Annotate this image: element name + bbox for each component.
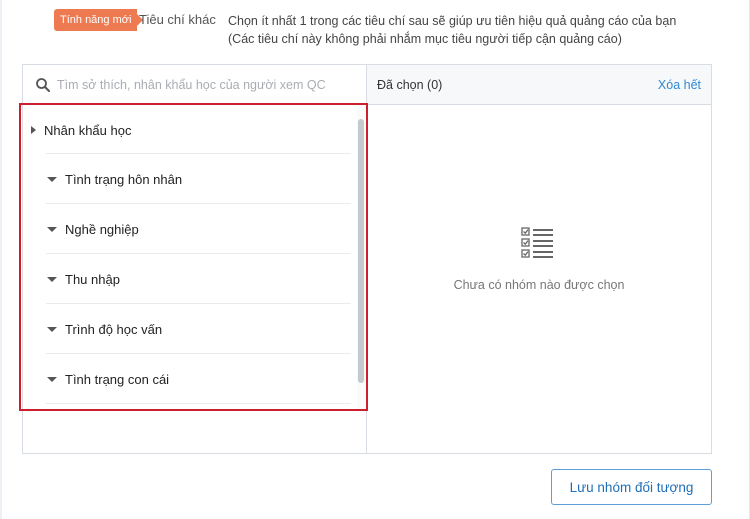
description-line-2: (Các tiêu chí này không phải nhắm mục ti… [228,32,622,46]
section-description: Chọn ít nhất 1 trong các tiêu chí sau sẽ… [228,12,728,48]
search-input[interactable] [57,77,357,92]
search-icon [36,77,50,92]
highlight-frame [19,103,368,411]
empty-state: Chưa có nhóm nào được chọn [367,105,711,453]
section-title: Tiêu chí khác [139,12,216,27]
empty-state-text: Chưa có nhóm nào được chọn [453,278,625,292]
checklist-icon [521,227,553,258]
selected-header: Đã chọn (0) Xóa hết [367,65,711,105]
clear-all-link[interactable]: Xóa hết [658,78,701,92]
selected-count: Đã chọn (0) [377,77,443,92]
new-feature-badge: Tính năng mới [54,9,144,31]
page-left-border [0,0,2,519]
save-audience-button[interactable]: Lưu nhóm đối tượng [551,469,712,505]
search-bar[interactable] [23,65,367,105]
new-feature-badge-label: Tính năng mới [54,9,138,31]
description-line-1: Chọn ít nhất 1 trong các tiêu chí sau sẽ… [228,14,677,28]
selected-panel: Đã chọn (0) Xóa hết Chưa có nhóm nào đượ… [367,65,711,453]
